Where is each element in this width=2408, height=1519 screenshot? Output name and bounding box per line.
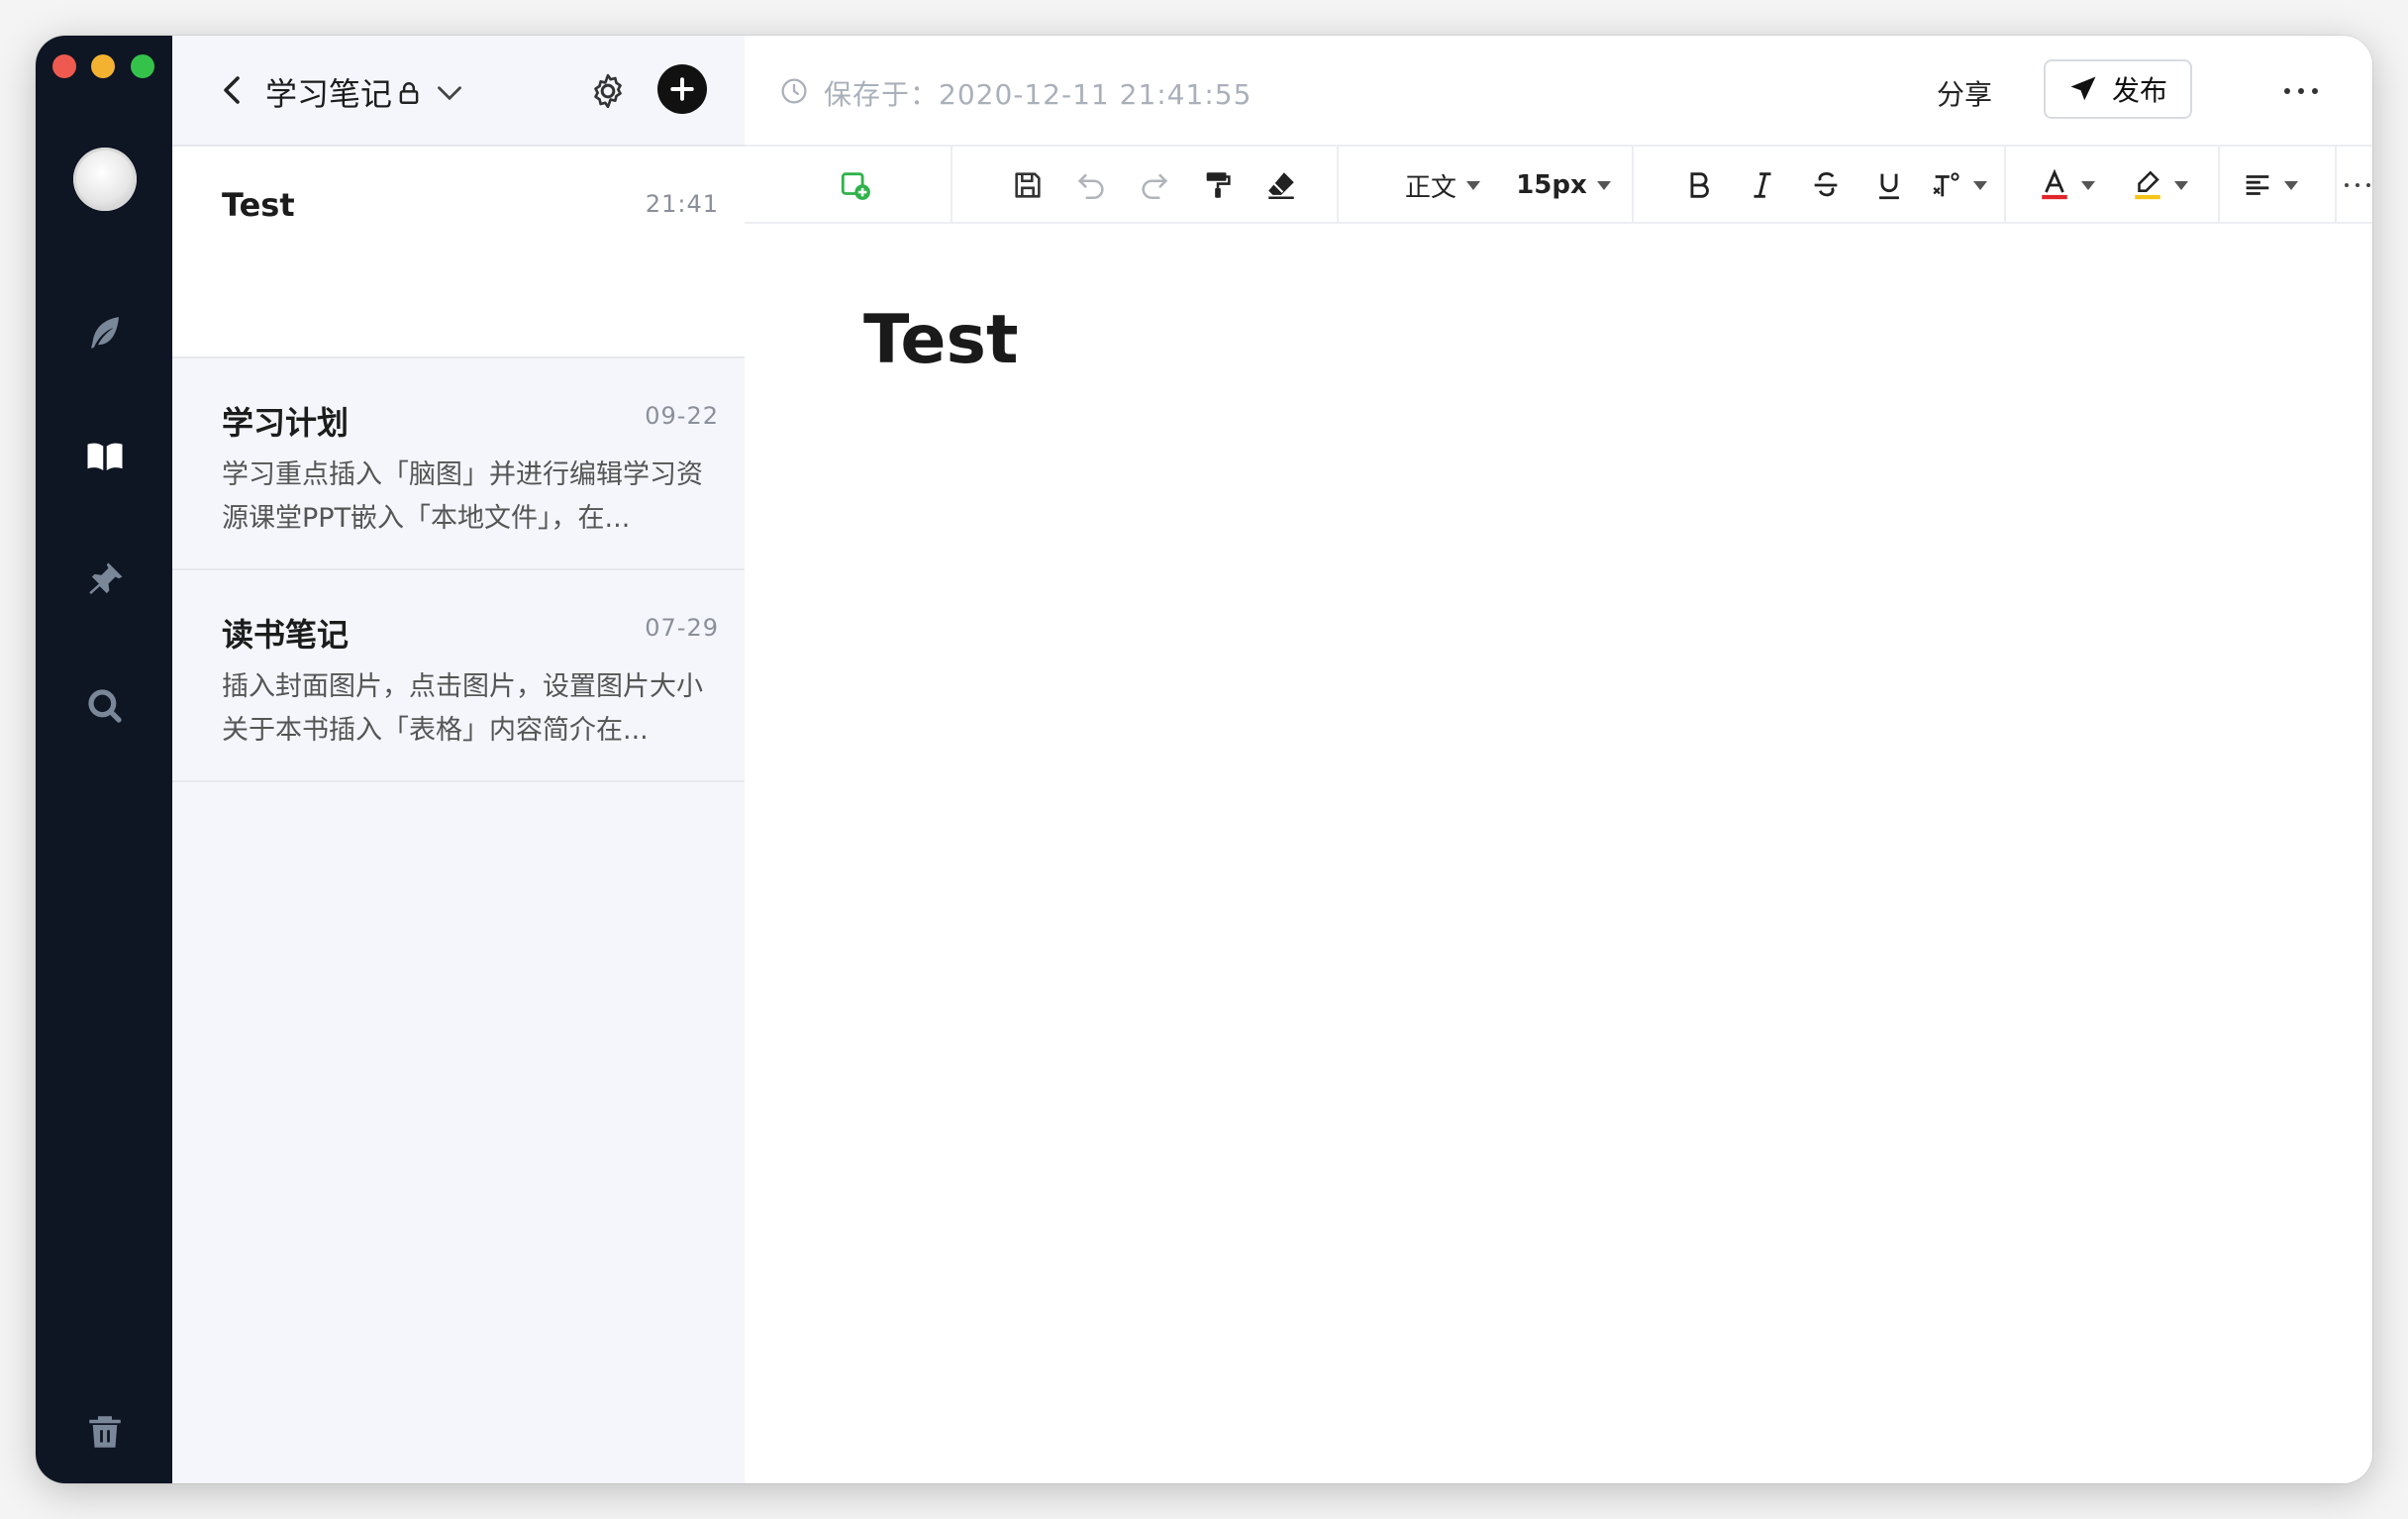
caret-down-icon	[2081, 180, 2095, 190]
italic-icon	[1754, 172, 1771, 198]
app-window: 学习笔记 Test 21:41 学习计划 09-22 学习重点插入「脑图」并进行…	[36, 36, 2372, 1483]
paragraph-style-select[interactable]: 正文	[1398, 166, 1487, 204]
superscript-button[interactable]	[1929, 166, 1988, 204]
pin-icon[interactable]	[80, 556, 130, 605]
left-rail	[36, 36, 172, 1483]
send-icon	[2070, 76, 2096, 101]
align-left-icon	[2246, 175, 2269, 195]
bold-button[interactable]	[1679, 166, 1719, 204]
format-toolbar: 正文 15px	[745, 145, 2372, 224]
caret-down-icon	[1596, 180, 1611, 190]
save-icon	[1015, 172, 1041, 198]
minimize-window-button[interactable]	[91, 54, 115, 78]
caret-down-icon	[2174, 180, 2188, 190]
strikethrough-button[interactable]	[1806, 166, 1846, 204]
font-size-select[interactable]: 15px	[1516, 166, 1611, 204]
highlighter-icon	[2135, 170, 2160, 200]
save-status: 保存于：2020-12-11 21:41:55	[824, 78, 1253, 111]
share-button[interactable]: 分享	[1937, 73, 1992, 113]
book-icon[interactable]	[80, 432, 130, 481]
plus-icon	[670, 77, 694, 101]
document-title[interactable]: Test	[863, 301, 1018, 379]
insert-add-icon	[841, 172, 870, 200]
underline-button[interactable]	[1869, 166, 1909, 204]
editor-header: 保存于：2020-12-11 21:41:55 分享 发布	[745, 36, 2372, 145]
note-item-reading-notes[interactable]: 读书笔记 07-29 插入封面图片，点击图片，设置图片大小关于本书插入「表格」内…	[172, 570, 745, 782]
italic-button[interactable]	[1743, 166, 1782, 204]
more-options-icon[interactable]	[2281, 83, 2321, 99]
text-color-button[interactable]	[2032, 166, 2101, 204]
note-item-study-plan[interactable]: 学习计划 09-22 学习重点插入「脑图」并进行编辑学习资源课堂PPT嵌入「本地…	[172, 358, 745, 570]
superscript-icon	[1933, 172, 1959, 197]
note-time: 21:41	[645, 190, 719, 218]
clock-icon	[781, 78, 807, 104]
highlight-color-button[interactable]	[2125, 166, 2194, 204]
toolbar-more-button[interactable]	[2343, 166, 2372, 204]
chevron-down-icon[interactable]	[436, 81, 463, 105]
document-editor[interactable]: Test	[745, 224, 2372, 1483]
eraser-icon	[1268, 172, 1294, 200]
note-list-panel: 学习笔记 Test 21:41 学习计划 09-22 学习重点插入「脑图」并进行…	[172, 36, 747, 1483]
note-list-header: 学习笔记	[172, 36, 745, 147]
bold-icon	[1690, 172, 1709, 198]
text-color-icon	[2042, 168, 2067, 200]
font-size-label: 15px	[1516, 170, 1587, 200]
back-arrow-icon[interactable]	[216, 73, 248, 107]
format-painter-button[interactable]	[1198, 166, 1238, 204]
note-title: Test	[222, 186, 295, 224]
close-window-button[interactable]	[52, 54, 76, 78]
redo-icon	[1142, 173, 1168, 200]
lock-icon	[399, 82, 419, 104]
zoom-window-button[interactable]	[131, 54, 154, 78]
undo-icon	[1077, 173, 1104, 200]
save-button[interactable]	[1008, 166, 1048, 204]
notebook-title[interactable]: 学习笔记	[265, 69, 392, 115]
note-snippet: 插入封面图片，点击图片，设置图片大小关于本书插入「表格」内容简介在...	[222, 671, 703, 746]
search-icon[interactable]	[80, 681, 130, 731]
clear-format-button[interactable]	[1261, 166, 1301, 204]
gear-icon[interactable]	[588, 71, 628, 111]
caret-down-icon	[2284, 180, 2298, 190]
redo-button[interactable]	[1135, 166, 1174, 204]
insert-button[interactable]	[836, 166, 875, 204]
note-snippet: 学习重点插入「脑图」并进行编辑学习资源课堂PPT嵌入「本地文件」，在...	[222, 459, 703, 534]
new-note-button[interactable]	[657, 64, 707, 114]
paragraph-style-label: 正文	[1404, 172, 1456, 203]
avatar[interactable]	[73, 148, 137, 211]
undo-button[interactable]	[1071, 166, 1111, 204]
underline-icon	[1879, 173, 1899, 200]
trash-icon[interactable]	[80, 1407, 130, 1457]
caret-down-icon	[1973, 180, 1987, 190]
caret-down-icon	[1466, 180, 1480, 190]
note-item-test[interactable]: Test 21:41	[172, 147, 745, 358]
publish-button[interactable]: 发布	[2044, 59, 2192, 119]
note-title: 学习计划	[222, 404, 350, 442]
strikethrough-icon	[1814, 171, 1838, 197]
note-time: 07-29	[645, 614, 719, 642]
align-button[interactable]	[2238, 166, 2301, 204]
publish-label: 发布	[2111, 74, 2167, 107]
feather-icon[interactable]	[80, 308, 130, 357]
note-time: 09-22	[645, 402, 719, 430]
more-dots-icon	[2345, 183, 2370, 187]
format-painter-icon	[1206, 172, 1231, 198]
note-title: 读书笔记	[222, 616, 350, 654]
